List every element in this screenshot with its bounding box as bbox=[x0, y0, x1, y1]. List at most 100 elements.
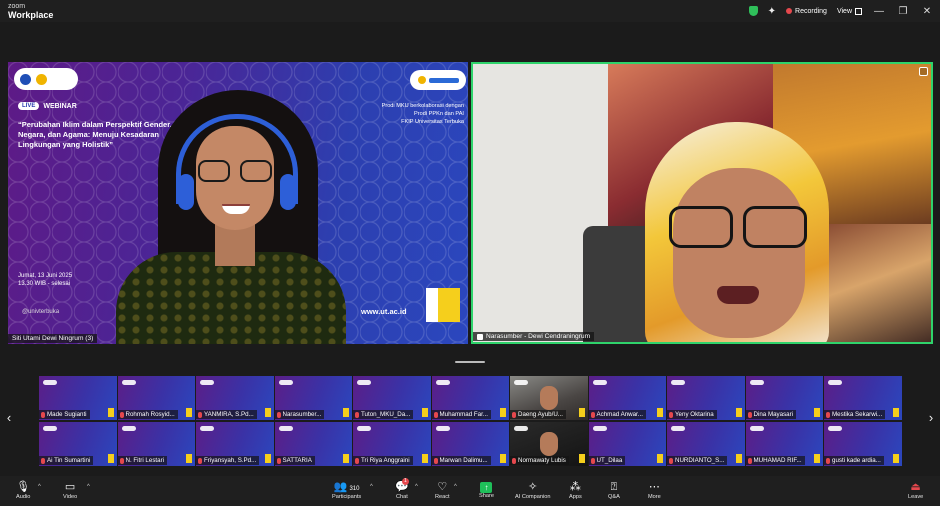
collab-text: Prodi MKU berkolaborasi dengan Prodi PPK… bbox=[378, 102, 464, 126]
live-badge: LIVE bbox=[18, 102, 40, 110]
participant-tile[interactable]: Rohmah Rosyid... bbox=[117, 376, 195, 420]
mic-muted-icon bbox=[512, 411, 516, 418]
expand-tile-icon[interactable] bbox=[919, 67, 928, 76]
participant-tile[interactable]: Marwan Dalimu... bbox=[431, 422, 509, 466]
chat-icon: 💬 1 bbox=[395, 478, 409, 493]
heart-react-icon: ♡ bbox=[437, 481, 448, 493]
chat-options-caret[interactable]: ^ bbox=[415, 484, 418, 490]
grid-view-icon bbox=[855, 7, 862, 15]
mic-muted-icon bbox=[747, 457, 752, 464]
minimize-button[interactable]: — bbox=[872, 6, 886, 17]
participant-tile[interactable]: Achmad Anwar... bbox=[588, 376, 666, 420]
maximize-button[interactable]: ❐ bbox=[896, 6, 910, 17]
mic-muted-icon bbox=[276, 411, 281, 418]
participant-tile[interactable]: SATTARIA bbox=[274, 422, 352, 466]
meeting-toolbar: 🎙 Audio ^ ▭ Video ^ 👥 310 Participants ^ … bbox=[0, 476, 940, 506]
audio-options-caret[interactable]: ^ bbox=[38, 484, 41, 490]
speaker2-face bbox=[673, 168, 805, 338]
participant-name-tag: Marwan Dalimu... bbox=[431, 456, 491, 465]
brand-bottom: Workplace bbox=[8, 10, 54, 20]
react-button[interactable]: ♡ React bbox=[435, 480, 450, 500]
more-dots-icon: ⋯ bbox=[648, 481, 660, 493]
resize-handle[interactable] bbox=[455, 361, 485, 363]
participant-name-tag: Tuton_MKU_Da... bbox=[353, 410, 414, 419]
ai-sparkle-icon[interactable]: ✦ bbox=[768, 6, 776, 17]
apps-grid-icon: ⁂ bbox=[569, 481, 581, 493]
mic-muted-icon bbox=[747, 411, 752, 418]
mic-muted-icon bbox=[41, 457, 45, 464]
share-screen-icon: ↑ bbox=[480, 482, 493, 493]
webinar-title: “Perubahan Iklim dalam Perspektif Gender… bbox=[18, 120, 172, 149]
gallery-prev-button[interactable]: ‹ bbox=[2, 410, 16, 425]
participant-tile[interactable]: MUHAMAD RIF... bbox=[745, 422, 823, 466]
video-options-caret[interactable]: ^ bbox=[87, 484, 90, 490]
participant-name-tag: Dina Mayasari bbox=[745, 410, 797, 419]
participant-tile[interactable]: N. Fitri Lestari bbox=[117, 422, 195, 466]
chat-button[interactable]: 💬 1 Chat bbox=[395, 478, 409, 500]
video-tile-dewi[interactable]: Narasumber - Dewi Cendraningrum bbox=[471, 62, 933, 344]
participant-name-tag: Mestika Sekarwi... bbox=[824, 410, 886, 419]
react-options-caret[interactable]: ^ bbox=[454, 484, 457, 490]
participant-tile[interactable]: Muhammad Far... bbox=[431, 376, 509, 420]
mic-muted-icon bbox=[198, 457, 202, 464]
react-label: React bbox=[435, 494, 450, 500]
recording-indicator[interactable]: Recording bbox=[786, 8, 827, 15]
mic-muted-icon bbox=[433, 411, 438, 418]
leave-button[interactable]: ⏏ Leave bbox=[908, 480, 923, 500]
participant-tile[interactable]: Dina Mayasari bbox=[745, 376, 823, 420]
more-button[interactable]: ⋯ More bbox=[648, 480, 661, 500]
mic-muted-icon bbox=[355, 457, 359, 464]
qa-button[interactable]: ⍰ Q&A bbox=[608, 480, 620, 500]
speaker-name-tag: Siti Utami Dewi Ningrum (3) bbox=[8, 334, 98, 343]
participant-name: MUHAMAD RIF... bbox=[753, 457, 802, 464]
mic-muted-icon bbox=[119, 457, 124, 464]
participant-name-tag: Normawaty Lubis bbox=[510, 456, 569, 465]
video-tile-siti[interactable]: LIVE WEBINAR “Perubahan Iklim dalam Pers… bbox=[8, 62, 468, 344]
participant-tile[interactable]: Yeny Oktarina bbox=[667, 376, 745, 420]
close-button[interactable]: ✕ bbox=[920, 6, 934, 17]
participant-thumbnails: Made Sugianti Rohmah Rosyid... YANMIRA, S.… bbox=[39, 376, 902, 466]
slide-deco-white bbox=[426, 288, 438, 322]
participant-name: Rohmah Rosyid... bbox=[125, 411, 175, 418]
participant-name-tag: Tri Riya Anggraini bbox=[353, 456, 413, 465]
social-handle: @univterbuka bbox=[22, 309, 60, 315]
gallery-next-button[interactable]: › bbox=[924, 410, 938, 425]
participant-tile[interactable]: Normawaty Lubis bbox=[510, 422, 588, 466]
participants-button[interactable]: 👥 310 Participants bbox=[332, 480, 361, 500]
chat-badge: 1 bbox=[402, 478, 409, 485]
participant-name-tag: Made Sugianti bbox=[39, 410, 90, 419]
participant-tile[interactable]: gusti kade ardia... bbox=[824, 422, 902, 466]
leave-icon: ⏏ bbox=[910, 481, 921, 493]
participant-tile[interactable]: Friyansyah, S.Pd... bbox=[196, 422, 274, 466]
participants-options-caret[interactable]: ^ bbox=[370, 484, 373, 490]
view-button[interactable]: View bbox=[837, 7, 862, 15]
participant-tile[interactable]: YANMIRA, S.Pd... bbox=[196, 376, 274, 420]
audio-button[interactable]: 🎙 Audio bbox=[16, 480, 30, 500]
participant-tile[interactable]: Made Sugianti bbox=[39, 376, 117, 420]
participant-tile[interactable]: Ai Tin Sumartini bbox=[39, 422, 117, 466]
participant-tile[interactable]: Daeng Ayub/U... bbox=[510, 376, 588, 420]
leave-label: Leave bbox=[908, 494, 924, 500]
video-button[interactable]: ▭ Video bbox=[63, 480, 77, 500]
participant-name: SATTARIA bbox=[282, 457, 312, 464]
participant-face bbox=[540, 432, 558, 456]
participant-tile[interactable]: NURDIANTO_S... bbox=[667, 422, 745, 466]
participant-name-tag: NURDIANTO_S... bbox=[667, 456, 728, 465]
mic-muted-icon bbox=[119, 411, 124, 418]
speaker2-mouth bbox=[717, 286, 759, 304]
participant-tile[interactable]: Narasumber... bbox=[274, 376, 352, 420]
participant-tile[interactable]: UT_Dilaa bbox=[588, 422, 666, 466]
participant-tile[interactable]: Tri Riya Anggraini bbox=[353, 422, 431, 466]
participant-tile[interactable]: Tuton_MKU_Da... bbox=[353, 376, 431, 420]
qa-icon: ⍰ bbox=[610, 481, 618, 493]
ai-companion-button[interactable]: ✧ AI Companion bbox=[515, 480, 550, 500]
mic-muted-icon bbox=[669, 457, 673, 464]
video-camera-icon: ▭ bbox=[64, 481, 76, 493]
participant-tile[interactable]: Mestika Sekarwi... bbox=[824, 376, 902, 420]
participant-name-tag: MUHAMAD RIF... bbox=[745, 456, 805, 465]
share-button[interactable]: ↑ Share bbox=[479, 480, 494, 499]
apps-button[interactable]: ⁂ Apps bbox=[569, 480, 582, 500]
security-shield-icon[interactable] bbox=[748, 6, 758, 16]
mic-muted-icon bbox=[276, 457, 281, 464]
participant-name: Normawaty Lubis bbox=[518, 457, 566, 464]
